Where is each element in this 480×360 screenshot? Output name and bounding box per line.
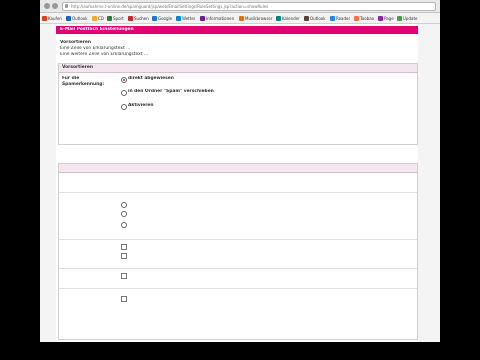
radio-spam-mark[interactable] (121, 104, 127, 110)
checkbox-plus-option[interactable] (121, 273, 127, 279)
letterbox-bottom (0, 342, 480, 360)
music-icon (239, 15, 244, 21)
radio-label-bold: direkt abgewiesen (128, 76, 174, 81)
url-text: http://aufnahme.t-online.de/spamguard/js… (71, 4, 269, 9)
update-icon (397, 15, 402, 21)
page-header: E-Mail Postfach Einstellungen (56, 26, 418, 34)
google-icon (152, 15, 157, 21)
checkbox-plus-option[interactable] (121, 244, 127, 250)
bookmark-icon (354, 15, 359, 21)
bookmark-label: Update (403, 15, 418, 21)
bookmark-label: Page (384, 15, 394, 21)
folder-icon (92, 15, 97, 21)
bookmark-item[interactable]: Sport (107, 15, 124, 21)
bookmark-icon (107, 15, 112, 21)
radio-plus-option[interactable] (121, 222, 127, 228)
intro-line: Eine weitere Zeile von Erklärungstext … (60, 52, 149, 57)
info-icon (200, 15, 205, 21)
bookmark-item[interactable]: Kalender (276, 15, 300, 21)
bookmark-item[interactable]: Musikbrowser (239, 15, 273, 21)
radio-spam-reject-label[interactable]: direkt abgewiesen (128, 76, 413, 81)
bookmark-icon (128, 15, 133, 21)
spam-left-label: Für die Spamerkennung: (62, 76, 105, 87)
bookmark-icon (42, 15, 47, 21)
bookmark-item[interactable]: Outlook (304, 15, 326, 21)
section-title (59, 164, 417, 173)
bookmark-item[interactable]: Wetter (176, 15, 195, 21)
bookmark-icon (378, 15, 383, 21)
spam-settings-section: Vorsortieren Für die Spamerkennung: dire… (58, 63, 418, 145)
page-title: E-Mail Postfach Einstellungen (60, 27, 134, 32)
bookmark-icon (176, 15, 181, 21)
bookmark-item[interactable]: Informationen (200, 15, 234, 21)
radio-spam-move[interactable] (121, 90, 127, 96)
radio-plus-option[interactable] (121, 202, 127, 208)
bookmark-item[interactable]: Page (378, 15, 394, 21)
bookmark-item[interactable]: CD (92, 15, 104, 21)
radio-spam-mark-label[interactable]: Aktivieren (128, 103, 413, 108)
back-icon[interactable] (44, 3, 50, 9)
forward-icon[interactable] (52, 3, 58, 9)
bookmark-label: Suchen (134, 15, 149, 21)
address-bar: http://aufnahme.t-online.de/spamguard/js… (40, 0, 440, 13)
bookmark-label: Informationen (206, 15, 235, 21)
bookmarks-bar: Kaufen Outlook CD Sport Suchen Google Wetter In… (40, 13, 440, 24)
section-title: Vorsortieren (59, 64, 417, 73)
radio-label-bold: Aktivieren (128, 103, 154, 108)
intro-line: Eine Zeile von Erklärungstext … (60, 46, 131, 51)
bookmark-label: Sport (113, 15, 124, 21)
bookmark-item[interactable]: Google (152, 15, 172, 21)
bookmark-label: Reader (336, 15, 351, 21)
bookmark-label: CD (98, 15, 104, 21)
checkbox-plus-option[interactable] (121, 253, 127, 259)
intro-title: Vorsortieren (60, 40, 91, 45)
bookmark-item[interactable]: Outlook (66, 15, 88, 21)
bookmark-item[interactable]: Reader (330, 15, 350, 21)
radio-plus-option[interactable] (121, 211, 127, 217)
bookmark-label: Taobao (360, 15, 375, 21)
bookmark-item[interactable]: Kaufen (42, 15, 62, 21)
bookmark-item[interactable]: Taobao (354, 15, 374, 21)
bookmark-label: Wetter (182, 15, 196, 21)
reader-icon (330, 15, 335, 21)
bookmark-item[interactable]: Suchen (128, 15, 149, 21)
outlook-icon (66, 15, 71, 21)
bookmark-label: Kalender (282, 15, 300, 21)
calendar-icon (276, 15, 281, 21)
bookmark-label: Google (158, 15, 173, 21)
radio-spam-reject[interactable] (121, 77, 127, 83)
bookmark-label: Kaufen (48, 15, 62, 21)
browser-window: http://aufnahme.t-online.de/spamguard/js… (40, 0, 440, 360)
lock-icon (65, 4, 68, 8)
bookmark-label: Outlook (310, 15, 326, 21)
page-margin-right (418, 24, 440, 360)
radio-spam-move-label[interactable]: in den Ordner "Spam" verschieben (128, 89, 413, 94)
bookmark-label: Musikbrowser (245, 15, 273, 21)
radio-label-bold: in den Ordner "Spam" verschieben (128, 89, 214, 94)
url-input[interactable]: http://aufnahme.t-online.de/spamguard/js… (62, 2, 436, 11)
bookmark-label: Outlook (72, 15, 88, 21)
outlook-icon (304, 15, 309, 21)
page-margin-left (40, 24, 56, 360)
checkbox-plus-option[interactable] (121, 296, 127, 302)
bookmark-item[interactable]: Update (397, 15, 418, 21)
plus-settings-section (58, 163, 418, 340)
intro-text: Vorsortieren Eine Zeile von Erklärungste… (60, 40, 415, 57)
